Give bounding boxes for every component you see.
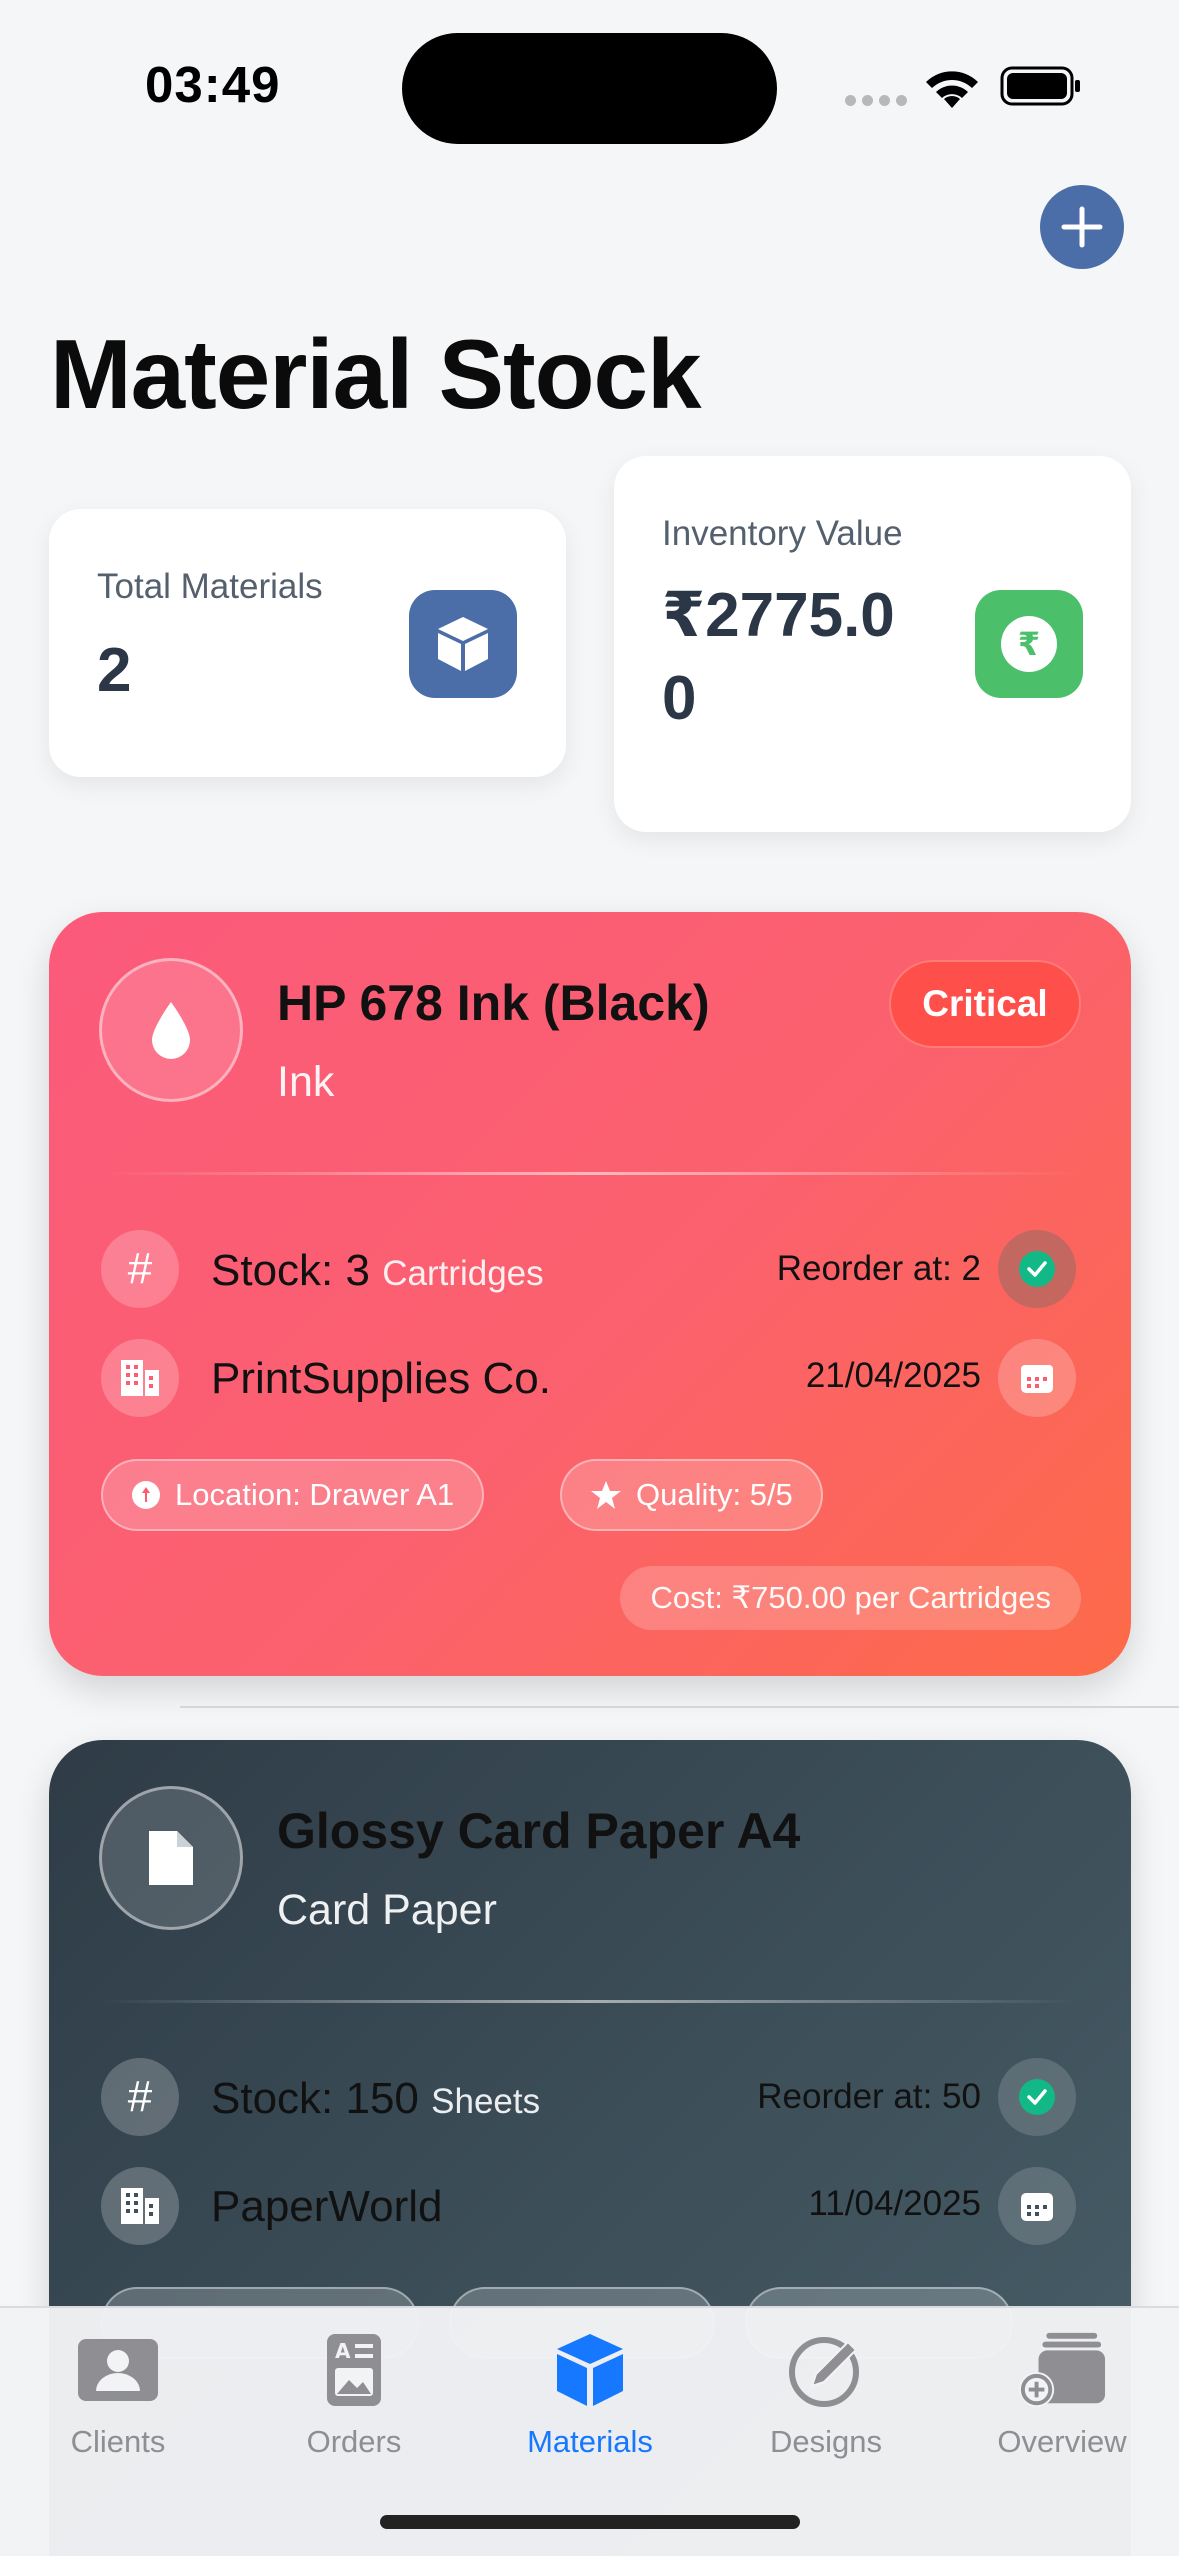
tab-overview[interactable]: Overview [944, 2328, 1179, 2460]
tab-label: Overview [997, 2424, 1127, 2459]
tab-orders[interactable]: A Orders [236, 2328, 472, 2460]
stock-unit: Cartridges [382, 1254, 544, 1293]
calendar-icon [998, 1339, 1076, 1417]
tab-label: Clients [70, 2424, 166, 2459]
cellular-signal-icon [845, 95, 907, 106]
stack-add-icon [1017, 2328, 1107, 2412]
svg-text:A: A [335, 2339, 351, 2363]
quality-pill: Quality: 5/5 [560, 1459, 823, 1531]
total-materials-label: Total Materials [97, 567, 323, 606]
stock-unit: Sheets [431, 2082, 541, 2121]
stock-text: Stock: 3 Cartridges [211, 1246, 544, 1296]
page-title: Material Stock [50, 319, 701, 429]
tab-clients[interactable]: Clients [0, 2328, 236, 2460]
location-icon [132, 1481, 160, 1509]
star-icon [591, 1481, 621, 1509]
purchase-date: 11/04/2025 [808, 2184, 981, 2223]
home-indicator[interactable] [380, 2515, 800, 2529]
hash-icon: # [101, 2058, 179, 2136]
inventory-value-label: Inventory Value [662, 514, 903, 553]
ink-drop-icon [99, 958, 243, 1102]
cube-icon [545, 2328, 635, 2412]
supplier-name: PrintSupplies Co. [211, 1354, 551, 1403]
pencil-circle-icon [781, 2328, 871, 2412]
divider [99, 1172, 1081, 1175]
cube-icon [409, 590, 517, 698]
check-circle-icon [998, 1230, 1076, 1308]
stock-label: Stock: 150 [211, 2074, 419, 2123]
add-material-button[interactable] [1040, 185, 1124, 269]
calendar-icon [998, 2167, 1076, 2245]
material-name: HP 678 Ink (Black) [277, 975, 710, 1031]
inventory-value-line1: ₹2775.0 [662, 581, 895, 650]
total-materials-card: Total Materials 2 [49, 509, 566, 777]
quality-text: Quality: 5/5 [636, 1477, 793, 1512]
reorder-level: Reorder at: 50 [757, 2077, 981, 2116]
plus-icon [1061, 206, 1103, 248]
tab-label: Materials [527, 2424, 653, 2459]
tab-label: Designs [770, 2424, 882, 2459]
status-badge: Critical [889, 960, 1081, 1048]
material-category: Ink [277, 1058, 335, 1106]
rupee-icon: ₹ [975, 590, 1083, 698]
check-circle-icon [998, 2058, 1076, 2136]
svg-text:₹: ₹ [1018, 625, 1040, 663]
cost-pill: Cost: ₹750.00 per Cartridges [620, 1566, 1081, 1630]
material-name: Glossy Card Paper A4 [277, 1803, 801, 1859]
tab-label: Orders [306, 2424, 402, 2459]
stock-label: Stock: 3 [211, 1246, 370, 1295]
person-card-icon [73, 2328, 163, 2412]
purchase-date: 21/04/2025 [805, 1356, 981, 1395]
tab-materials[interactable]: Materials [472, 2328, 708, 2460]
document-icon [99, 1786, 243, 1930]
order-form-icon: A [309, 2328, 399, 2412]
separator [180, 1706, 1179, 1708]
stock-text: Stock: 150 Sheets [211, 2074, 540, 2124]
inventory-value-line2: 0 [662, 664, 697, 733]
location-pill: Location: Drawer A1 [101, 1459, 485, 1531]
material-category: Card Paper [277, 1886, 497, 1934]
tab-designs[interactable]: Designs [708, 2328, 944, 2460]
status-time: 03:49 [145, 56, 281, 113]
building-icon [101, 1339, 179, 1417]
building-icon [101, 2167, 179, 2245]
location-text: Location: Drawer A1 [175, 1477, 455, 1512]
wifi-icon [926, 71, 978, 108]
supplier-name: PaperWorld [211, 2182, 443, 2231]
material-card[interactable]: HP 678 Ink (Black) Ink Critical # Stock:… [49, 912, 1131, 1676]
hash-icon: # [101, 1230, 179, 1308]
inventory-value-card: Inventory Value ₹2775.0 0 ₹ [614, 456, 1131, 832]
reorder-level: Reorder at: 2 [776, 1249, 981, 1288]
battery-icon [1000, 66, 1080, 106]
dynamic-island [402, 33, 777, 144]
divider [99, 2000, 1081, 2003]
total-materials-value: 2 [97, 636, 132, 705]
